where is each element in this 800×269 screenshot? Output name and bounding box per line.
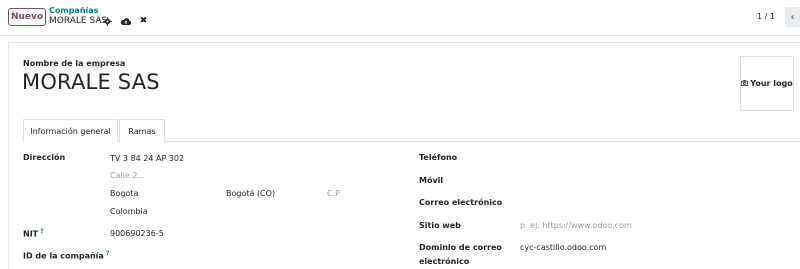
nit-label: NIT? [23,228,44,239]
zip-field[interactable]: C.P. [327,189,341,198]
email-domain-label: Dominio de correo [419,243,502,252]
email-label: Correo electrónico [419,198,503,207]
nit-label-text: NIT [23,229,39,239]
email-domain-field[interactable]: cyc-castillo.odoo.com [520,243,606,252]
street-field[interactable]: TV 3 84 24 AP 302 [110,154,184,163]
website-field[interactable]: p. ej. https://www.odoo.com [520,221,632,230]
pager-previous-button[interactable]: ‹ [785,7,800,27]
company-id-label: ID de la compañía? [23,250,109,261]
tab-general-information[interactable]: Información general [23,119,118,143]
address-label: Dirección [23,153,66,162]
help-icon[interactable]: ? [40,228,43,235]
new-button[interactable]: Nuevo [8,8,46,26]
state-field[interactable]: Bogotá (CO) [226,189,275,198]
email-domain-label-line2: electrónico [419,257,470,266]
gear-icon[interactable] [102,16,112,26]
pager-value[interactable]: 1 / 1 [757,12,775,21]
website-label: Sitio web [419,221,461,230]
tab-branches[interactable]: Ramas [119,119,165,142]
logo-upload[interactable]: Your logo [740,56,794,111]
company-name-field[interactable]: MORALE SAS [22,70,160,94]
phone-label: Teléfono [419,153,458,162]
street2-field[interactable]: Calle 2... [110,171,145,180]
company-id-label-text: ID de la compañía [23,251,104,261]
mobile-label: Móvil [419,176,444,185]
country-field[interactable]: Colombia [110,207,148,216]
breadcrumb-current: MORALE SAS [49,16,108,26]
close-icon[interactable]: ✖ [139,16,148,26]
company-name-label: Nombre de la empresa [23,59,126,68]
camera-icon [741,79,749,88]
breadcrumb-companies-link[interactable]: Compañías [49,6,98,15]
nit-field[interactable]: 900690236-5 [110,229,164,238]
control-panel: Nuevo Compañías MORALE SAS ✖ 1 / 1 ‹ [0,0,800,36]
notebook-tabs: Información general Ramas [23,119,800,143]
cloud-upload-icon[interactable] [120,16,132,26]
help-icon[interactable]: ? [106,250,109,257]
logo-label: Your logo [750,79,793,88]
city-field[interactable]: Bogota [110,189,138,198]
chevron-left-icon: ‹ [790,11,795,23]
